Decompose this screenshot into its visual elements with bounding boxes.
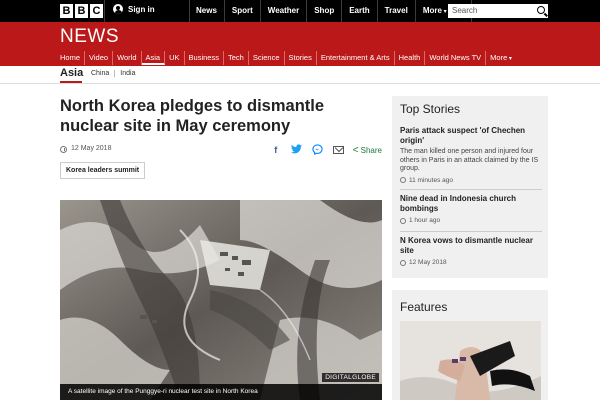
masthead-nav-sport[interactable]: Sport <box>225 0 261 22</box>
news-nav-entertainment[interactable]: Entertainment & Arts <box>317 51 395 65</box>
masthead-nav-shop[interactable]: Shop <box>307 0 343 22</box>
top-stories-title: Top Stories <box>400 102 461 116</box>
section-link-india[interactable]: India <box>115 70 140 77</box>
section-active-underline <box>60 81 82 83</box>
news-nav-more[interactable]: More <box>486 51 516 65</box>
share-button[interactable]: < Share <box>353 145 382 156</box>
story-time-label: 12 May 2018 <box>409 259 447 266</box>
logo-letter-b2: B <box>75 4 88 18</box>
news-nav-science[interactable]: Science <box>249 51 285 65</box>
article-headline: North Korea pledges to dismantle nuclear… <box>60 97 325 135</box>
story-headline[interactable]: Paris attack suspect 'of Chechen origin' <box>400 126 542 146</box>
logo-letter-b1: B <box>60 4 73 18</box>
story-item[interactable]: Nine dead in Indonesia church bombings 1… <box>400 189 542 224</box>
news-nav-stories[interactable]: Stories <box>285 51 317 65</box>
story-time: 1 hour ago <box>400 217 542 224</box>
article-meta: 12 May 2018 f < Share <box>60 144 382 156</box>
logo-letter-c: C <box>90 4 103 18</box>
story-headline[interactable]: N Korea vows to dismantle nuclear site <box>400 236 542 256</box>
news-nav-home[interactable]: Home <box>56 51 86 65</box>
masthead-nav: News Sport Weather Shop Earth Travel Mor… <box>189 0 472 22</box>
news-nav-world[interactable]: World <box>113 51 142 65</box>
section-nav: Asia China India <box>0 66 600 84</box>
feature-image[interactable] <box>400 321 541 400</box>
share-label: Share <box>360 145 382 155</box>
news-nav-video[interactable]: Video <box>85 51 114 65</box>
story-item[interactable]: N Korea vows to dismantle nuclear site 1… <box>400 231 542 266</box>
satellite-image-art <box>60 200 382 400</box>
search-input[interactable]: Search <box>448 4 548 18</box>
masthead-divider <box>104 0 105 22</box>
search-icon[interactable] <box>537 6 545 14</box>
clock-icon <box>400 259 406 266</box>
bbc-logo[interactable]: B B C <box>60 4 103 18</box>
satellite-image: DIGITALGLOBE A satellite image of the Pu… <box>60 200 382 400</box>
story-time-label: 1 hour ago <box>409 217 441 224</box>
email-icon[interactable] <box>332 146 344 154</box>
story-time-label: 11 minutes ago <box>409 176 453 184</box>
masthead-nav-news[interactable]: News <box>189 0 225 22</box>
clock-icon <box>400 177 406 183</box>
user-icon <box>113 4 123 14</box>
image-caption: A satellite image of the Punggye-ri nucl… <box>60 384 382 400</box>
clock-icon <box>400 217 406 224</box>
story-summary: The man killed one person and injured fo… <box>400 148 539 172</box>
story-time: 12 May 2018 <box>400 259 542 266</box>
story-item[interactable]: Paris attack suspect 'of Chechen origin'… <box>400 122 542 184</box>
top-stories-panel: Top Stories Paris attack suspect 'of Che… <box>392 96 548 278</box>
signin-button[interactable]: Sign in <box>113 4 155 14</box>
article-date: 12 May 2018 <box>71 145 112 152</box>
bbc-masthead: B B C Sign in News Sport Weather Shop Ea… <box>0 0 600 22</box>
clock-icon <box>60 146 67 153</box>
section-links: China India <box>89 70 140 77</box>
feature-image-art <box>400 321 541 400</box>
news-nav-business[interactable]: Business <box>185 51 224 65</box>
news-nav: Home Video World Asia UK Business Tech S… <box>56 51 516 65</box>
facebook-icon[interactable]: f <box>270 144 282 156</box>
news-logo[interactable]: NEWS <box>60 26 119 48</box>
image-credit: DIGITALGLOBE <box>322 373 379 382</box>
news-nav-health[interactable]: Health <box>395 51 426 65</box>
signin-label: Sign in <box>128 4 155 14</box>
share-tools: f < Share <box>270 144 382 156</box>
messenger-icon[interactable] <box>312 144 324 156</box>
masthead-nav-travel[interactable]: Travel <box>378 0 416 22</box>
section-link-china[interactable]: China <box>89 70 116 77</box>
story-headline[interactable]: Nine dead in Indonesia church bombings <box>400 194 542 214</box>
topic-tag[interactable]: Korea leaders summit <box>60 162 146 179</box>
section-title[interactable]: Asia <box>60 67 83 79</box>
news-nav-uk[interactable]: UK <box>165 51 185 65</box>
masthead-nav-weather[interactable]: Weather <box>261 0 308 22</box>
story-time: 11 minutes ago <box>400 177 542 184</box>
news-nav-world-news-tv[interactable]: World News TV <box>425 51 487 65</box>
masthead-nav-earth[interactable]: Earth <box>342 0 378 22</box>
share-icon: < <box>352 144 359 156</box>
features-title: Features <box>400 300 448 314</box>
features-panel: Features <box>392 290 548 400</box>
news-nav-tech[interactable]: Tech <box>224 51 249 65</box>
twitter-icon[interactable] <box>291 144 303 156</box>
search-placeholder: Search <box>452 6 478 15</box>
news-nav-asia[interactable]: Asia <box>141 51 166 65</box>
